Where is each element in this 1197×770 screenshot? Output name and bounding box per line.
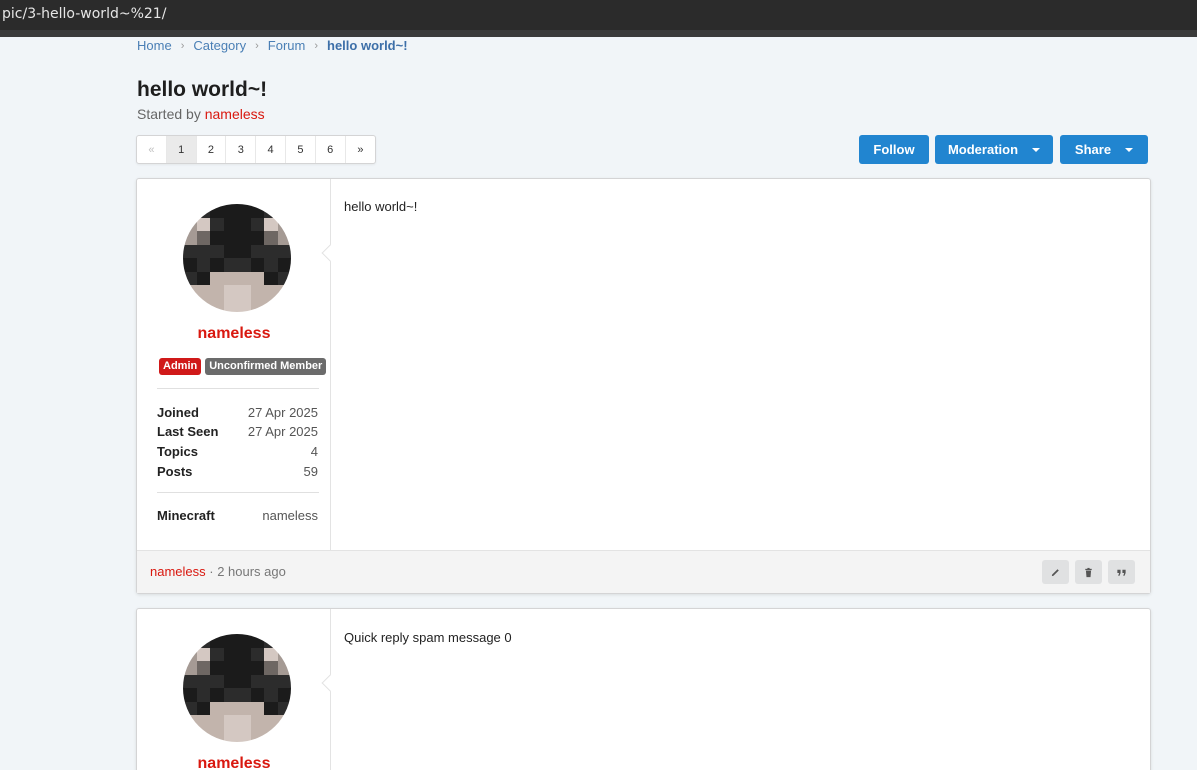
post-author-name[interactable]: nameless (137, 755, 331, 770)
user-avatar[interactable] (183, 634, 291, 742)
moderation-label: Moderation (947, 142, 1019, 157)
post-author-sidebar: nameless Admin Unconfirmed Member Joined… (137, 179, 331, 550)
breadcrumb-home[interactable]: Home (137, 38, 172, 53)
admin-badge: Admin (159, 358, 202, 375)
stat-label: Minecraft (157, 508, 215, 523)
caret-down-icon (1032, 147, 1041, 152)
quote-post-button[interactable] (1108, 560, 1135, 584)
chevron-right-icon: › (180, 39, 185, 52)
address-bar-shadow (0, 30, 1197, 37)
stat-label: Topics (157, 444, 198, 459)
caret-down-icon (1125, 147, 1134, 152)
unconfirmed-member-badge: Unconfirmed Member (205, 358, 327, 375)
page-5-button[interactable]: 5 (286, 136, 316, 163)
post-content: Quick reply spam message 0 (344, 630, 512, 645)
started-by-label: Started by (137, 106, 201, 122)
page-2-button[interactable]: 2 (197, 136, 227, 163)
address-bar[interactable]: pic/3-hello-world~%21/ (0, 0, 1197, 30)
post-footer-author[interactable]: nameless (150, 564, 206, 579)
stat-minecraft: Minecraft nameless (157, 508, 318, 523)
topic-author-link[interactable]: nameless (205, 106, 265, 122)
post-author-name[interactable]: nameless (137, 325, 331, 343)
post-time: · 2 hours ago (205, 564, 286, 579)
stat-value: nameless (262, 508, 318, 523)
quote-icon (1117, 569, 1126, 576)
user-avatar[interactable] (183, 204, 291, 312)
page-1-button[interactable]: 1 (166, 136, 197, 163)
share-dropdown[interactable]: Share (1060, 135, 1148, 164)
page-4-button[interactable]: 4 (256, 136, 286, 163)
moderation-dropdown[interactable]: Moderation (935, 135, 1053, 164)
pencil-icon (1051, 568, 1059, 576)
trash-icon (1085, 567, 1092, 577)
follow-label: Follow (873, 142, 915, 157)
stat-joined: Joined 27 Apr 2025 (157, 405, 318, 420)
stat-label: Last Seen (157, 424, 219, 439)
stat-value: 27 Apr 2025 (247, 405, 318, 420)
post: nameless Admin Unconfirmed Member Joined… (136, 178, 1151, 594)
url-text: pic/3-hello-world~%21/ (2, 6, 167, 22)
page-title: hello world~! (137, 78, 268, 101)
chevron-right-icon: › (255, 39, 259, 52)
stat-label: Posts (157, 464, 193, 479)
delete-post-button[interactable] (1075, 560, 1102, 584)
post-content: hello world~! (344, 199, 418, 214)
stat-value: 59 (303, 464, 318, 479)
post-meta: nameless · 2 hours ago (150, 564, 286, 579)
stat-last-seen: Last Seen 27 Apr 2025 (157, 424, 318, 439)
page-3-button[interactable]: 3 (226, 136, 257, 163)
page-6-button[interactable]: 6 (316, 136, 346, 163)
user-groups: Admin Unconfirmed Member (159, 358, 327, 375)
breadcrumb-current[interactable]: hello world~! (327, 38, 408, 53)
stat-label: Joined (157, 405, 199, 420)
breadcrumb-category[interactable]: Category (193, 38, 246, 53)
breadcrumb-forum[interactable]: Forum (268, 38, 306, 53)
prev-page-button[interactable]: « (137, 136, 167, 163)
topic-starter: Started by nameless (137, 106, 265, 122)
post: nameless Quick reply spam message 0 (136, 608, 1151, 770)
stat-posts: Posts 59 (157, 464, 318, 479)
stat-value: 4 (310, 444, 318, 459)
share-label: Share (1074, 142, 1112, 157)
stat-value: 27 Apr 2025 (247, 424, 318, 439)
follow-button[interactable]: Follow (859, 135, 929, 164)
post-author-sidebar: nameless (137, 609, 331, 770)
post-footer: nameless · 2 hours ago (137, 550, 1150, 593)
next-page-button[interactable]: » (346, 136, 376, 163)
chevron-right-icon: › (314, 39, 319, 52)
divider (157, 492, 319, 493)
breadcrumb: Home › Category › Forum › hello world~! (137, 38, 408, 53)
divider (157, 388, 319, 389)
stat-topics: Topics 4 (157, 444, 318, 459)
edit-post-button[interactable] (1042, 560, 1069, 584)
pagination: « 1 2 3 4 5 6 » (136, 135, 377, 164)
